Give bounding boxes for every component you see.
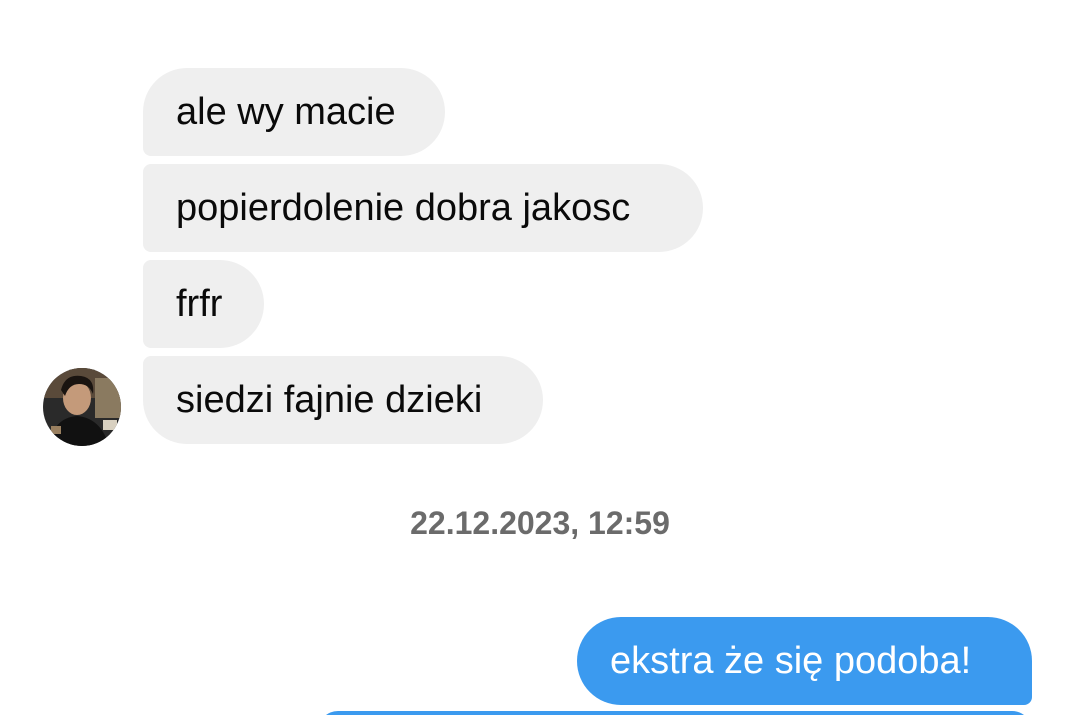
message-bubble-incoming[interactable]: ale wy macie bbox=[143, 68, 445, 156]
message-text: frfr bbox=[176, 283, 223, 325]
message-bubble-incoming[interactable]: frfr bbox=[143, 260, 264, 348]
chat-thread: ale wy macie popierdolenie dobra jakosc … bbox=[0, 0, 1080, 715]
message-text: ale wy macie bbox=[176, 91, 396, 133]
message-bubble-incoming[interactable]: siedzi fajnie dzieki bbox=[143, 356, 543, 444]
message-bubble-outgoing-partial[interactable] bbox=[318, 711, 1032, 715]
message-timestamp: 22.12.2023, 12:59 bbox=[410, 505, 670, 541]
message-bubble-incoming[interactable]: popierdolenie dobra jakosc bbox=[143, 164, 703, 252]
message-bubble-outgoing[interactable]: ekstra że się podoba! bbox=[577, 617, 1032, 705]
contact-avatar[interactable] bbox=[43, 368, 121, 446]
message-text: popierdolenie dobra jakosc bbox=[176, 187, 631, 229]
message-text: ekstra że się podoba! bbox=[610, 640, 972, 682]
profile-photo-icon bbox=[43, 368, 121, 446]
message-text: siedzi fajnie dzieki bbox=[176, 379, 483, 421]
